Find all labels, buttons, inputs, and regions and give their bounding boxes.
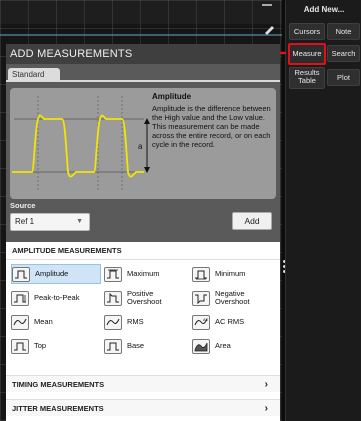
measurement-mean[interactable]: Mean	[11, 312, 101, 332]
tab-standard[interactable]: Standard	[8, 68, 60, 81]
maximum-icon	[104, 266, 122, 282]
measurement-preview: a Amplitude Amplitude is the difference …	[10, 88, 276, 199]
chevron-down-icon: ▼	[76, 218, 83, 225]
amplitude-measurements-grid: Amplitude Maximum Minimum Peak-to-Peak P…	[6, 260, 280, 365]
add-button[interactable]: Add	[232, 212, 272, 230]
note-button[interactable]: Note	[327, 23, 360, 40]
measurement-amplitude[interactable]: Amplitude	[11, 264, 101, 284]
wrench-icon[interactable]	[264, 25, 275, 39]
rms-icon	[104, 314, 122, 330]
peak-to-peak-icon	[11, 290, 29, 306]
timing-measurements-label: TIMING MEASUREMENTS	[12, 380, 105, 389]
ac-rms-icon: AC	[192, 314, 210, 330]
amplitude-measurements-header: AMPLITUDE MEASUREMENTS	[6, 242, 280, 260]
measurement-top[interactable]: Top	[11, 336, 101, 356]
mean-icon	[11, 314, 29, 330]
results-table-button[interactable]: Results Table	[289, 67, 325, 89]
measurement-maximum[interactable]: Maximum	[104, 264, 189, 284]
dialog-body: Standard a Amplitude Amplitude is the di…	[6, 64, 280, 242]
chevron-right-icon: ›	[264, 379, 268, 390]
dialog-header: ADD MEASUREMENTS	[6, 44, 280, 64]
search-button[interactable]: Search	[327, 45, 360, 62]
add-new-title: Add New...	[303, 5, 345, 14]
dialog-title: ADD MEASUREMENTS	[10, 48, 133, 60]
plot-button[interactable]: Plot	[327, 69, 360, 86]
add-measurements-dialog: ADD MEASUREMENTS Standard a Amplitude Am…	[6, 44, 280, 421]
source-dropdown[interactable]: Ref 1 ▼	[10, 213, 90, 231]
amplitude-marker: a	[138, 142, 143, 151]
minimize-icon[interactable]	[262, 4, 272, 6]
amplitude-icon	[12, 266, 30, 282]
positive-overshoot-icon	[104, 290, 122, 306]
measurement-area[interactable]: Area	[192, 336, 277, 356]
jitter-measurements-label: JITTER MEASUREMENTS	[12, 404, 104, 413]
preview-title: Amplitude	[152, 92, 192, 101]
measurement-positive-overshoot[interactable]: Positive Overshoot	[104, 288, 189, 308]
area-icon	[192, 338, 210, 354]
measurement-rms[interactable]: RMS	[104, 312, 189, 332]
measure-button[interactable]: Measure	[288, 43, 326, 65]
chevron-right-icon: ›	[264, 403, 268, 414]
measurement-peak-to-peak[interactable]: Peak-to-Peak	[11, 288, 101, 308]
scope-trace-line	[0, 34, 282, 36]
source-value: Ref 1	[15, 217, 35, 226]
jitter-measurements-category[interactable]: JITTER MEASUREMENTS ›	[6, 399, 280, 416]
base-icon	[104, 338, 122, 354]
measurement-base[interactable]: Base	[104, 336, 189, 356]
negative-overshoot-icon	[192, 290, 210, 306]
preview-description: Amplitude is the difference between the …	[152, 104, 271, 149]
top-icon	[11, 338, 29, 354]
cursors-button[interactable]: Cursors	[289, 23, 325, 40]
source-label: Source	[10, 201, 36, 210]
timing-measurements-category[interactable]: TIMING MEASUREMENTS ›	[6, 375, 280, 392]
measurement-minimum[interactable]: Minimum	[192, 264, 277, 284]
add-new-panel: Add New... Cursors Note Measure Search R…	[285, 0, 361, 421]
measurement-ac-rms[interactable]: AC AC RMS	[192, 312, 277, 332]
measurement-negative-overshoot[interactable]: Negative Overshoot	[192, 288, 277, 308]
minimum-icon	[192, 266, 210, 282]
svg-text:AC: AC	[203, 317, 208, 322]
